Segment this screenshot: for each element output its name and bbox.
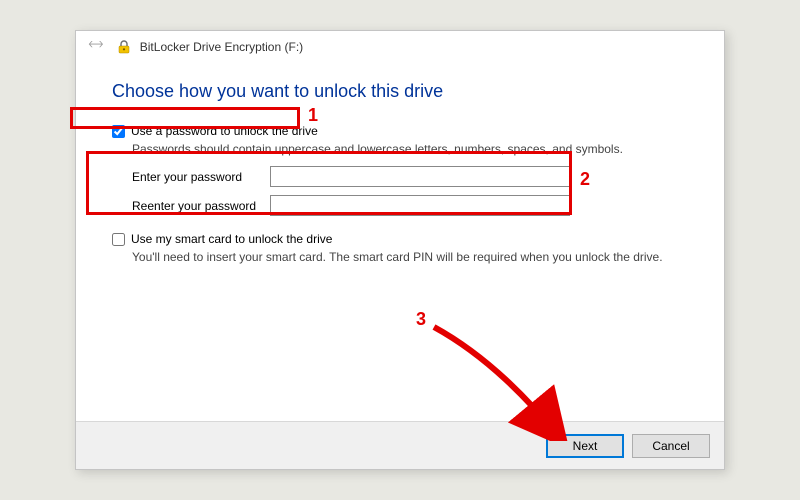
smartcard-help-text: You'll need to insert your smart card. T… [132, 250, 688, 264]
reenter-password-input[interactable] [270, 195, 570, 216]
smartcard-option-row: Use my smart card to unlock the drive [112, 232, 688, 246]
password-fields-block: Enter your password Reenter your passwor… [132, 166, 688, 216]
enter-password-row: Enter your password [132, 166, 688, 187]
use-password-checkbox[interactable] [112, 125, 125, 138]
titlebar: 🡘 BitLocker Drive Encryption (F:) [76, 31, 724, 63]
bitlocker-dialog: 🡘 BitLocker Drive Encryption (F:) Choose… [75, 30, 725, 470]
window-title: BitLocker Drive Encryption (F:) [140, 40, 303, 54]
annotation-number-3: 3 [416, 309, 426, 330]
reenter-password-row: Reenter your password [132, 195, 688, 216]
enter-password-label: Enter your password [132, 170, 262, 184]
password-help-text: Passwords should contain uppercase and l… [132, 142, 688, 156]
next-button[interactable]: Next [546, 434, 624, 458]
enter-password-input[interactable] [270, 166, 570, 187]
back-arrow-icon[interactable]: 🡘 [84, 32, 108, 61]
dialog-content: Choose how you want to unlock this drive… [76, 63, 724, 421]
use-smartcard-label[interactable]: Use my smart card to unlock the drive [131, 232, 332, 246]
page-heading: Choose how you want to unlock this drive [112, 81, 688, 102]
dialog-footer: Next Cancel [76, 421, 724, 469]
annotation-number-1: 1 [308, 105, 318, 126]
use-smartcard-checkbox[interactable] [112, 233, 125, 246]
password-option-row: Use a password to unlock the drive [112, 124, 688, 138]
reenter-password-label: Reenter your password [132, 199, 262, 213]
bitlocker-icon [116, 39, 132, 55]
use-password-label[interactable]: Use a password to unlock the drive [131, 124, 318, 138]
cancel-button[interactable]: Cancel [632, 434, 710, 458]
